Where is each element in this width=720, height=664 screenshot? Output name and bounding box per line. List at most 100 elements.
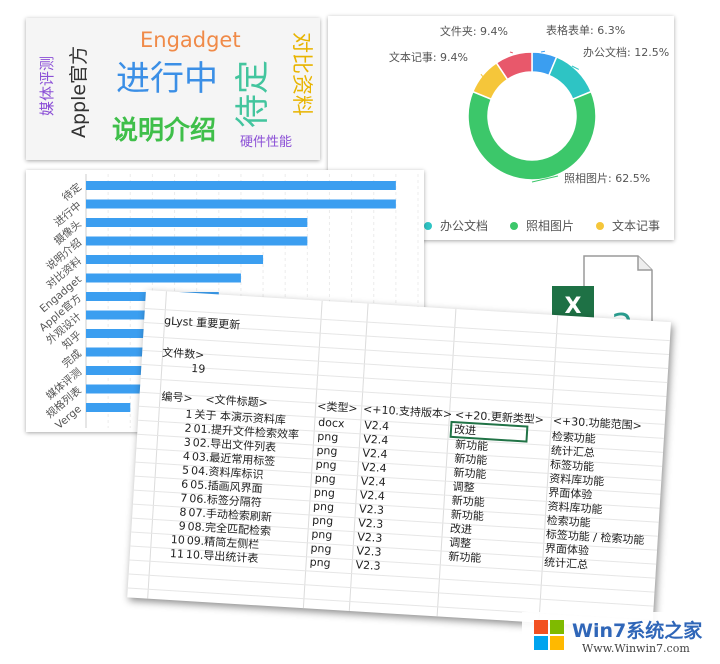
cell-no: 9 xyxy=(178,519,187,533)
legend-label: 照相图片 xyxy=(526,219,574,233)
cell-no: 7 xyxy=(179,491,188,505)
header-type: <类型> xyxy=(316,399,358,416)
cell-type: png xyxy=(311,513,334,528)
donut-slice xyxy=(467,90,597,181)
cell-type: png xyxy=(314,471,337,486)
cell-type: png xyxy=(316,429,339,445)
cell-no: 10 xyxy=(170,532,186,547)
donut-slice-label: 文本记事: 9.4% xyxy=(389,50,468,64)
cell-upd: 新功能 xyxy=(447,549,482,565)
cell-upd: 调整 xyxy=(452,480,475,495)
header-title: <文件标题> xyxy=(205,392,269,410)
word-comparison: 对比资料 xyxy=(290,32,314,116)
watermark: Win7系统之家 Www.Winwin7.com xyxy=(522,612,718,660)
cell-ver: V2.3 xyxy=(358,502,385,517)
category-label: 完成 xyxy=(59,347,84,371)
donut-label-line xyxy=(540,50,546,53)
cell-title: 10.导出统计表 xyxy=(185,547,259,566)
cell-no: 3 xyxy=(183,435,192,450)
cell-type: png xyxy=(312,499,335,514)
cell-type: docx xyxy=(317,415,345,431)
cell-upd: 新功能 xyxy=(450,508,485,524)
grid-row-line xyxy=(142,349,668,383)
donut-slice-label: 表格表单: 6.3% xyxy=(546,23,625,37)
cell-no: 6 xyxy=(180,477,189,491)
cell-scope: 资料库功能 xyxy=(547,499,603,517)
cell-ver: V2.4 xyxy=(363,418,390,434)
donut-slice-label: 照相图片: 62.5% xyxy=(564,172,650,185)
legend-label: 办公文档 xyxy=(440,218,488,233)
cell-scope: 界面体验 xyxy=(547,485,593,502)
cell-scope: 统计汇总 xyxy=(550,444,596,460)
bar xyxy=(86,236,308,246)
bar xyxy=(86,273,241,283)
file-count-value: 19 xyxy=(190,361,206,376)
cell-upd: 新功能 xyxy=(451,494,486,510)
word-in-progress: 进行中 xyxy=(116,59,218,99)
cell-ver: V2.4 xyxy=(362,432,389,448)
cell-type: png xyxy=(315,457,337,472)
cell-type: png xyxy=(316,443,338,458)
grid-row-line xyxy=(128,573,654,607)
cell-ver: V2.4 xyxy=(360,474,387,489)
legend-marker xyxy=(510,222,518,230)
word-engadget: Engadget xyxy=(140,28,241,52)
cell-no: 8 xyxy=(179,505,187,519)
cell-type: png xyxy=(311,527,333,542)
category-label: 待定 xyxy=(59,180,84,204)
cell-upd: 新功能 xyxy=(454,438,489,454)
legend-marker xyxy=(424,222,432,230)
cell-scope: 界面体验 xyxy=(544,541,590,558)
header-version: <+10.支持版本> xyxy=(362,402,453,421)
header-scope: <+30.功能范围> xyxy=(552,414,643,433)
cell-type: png xyxy=(309,555,331,570)
cell-ver: V2.4 xyxy=(361,460,387,476)
bar xyxy=(86,218,308,227)
file-count-label: 文件数> xyxy=(161,346,205,362)
header-no: 编号> xyxy=(161,390,194,406)
watermark-url: Www.Winwin7.com xyxy=(582,642,690,655)
windows-logo-icon xyxy=(534,620,564,650)
bar xyxy=(86,199,396,209)
cell-type: png xyxy=(313,485,336,500)
cell-type: png xyxy=(310,541,332,556)
cell-upd: 新功能 xyxy=(453,466,487,482)
legend-marker xyxy=(596,222,604,230)
word-apple-official: Apple官方 xyxy=(68,45,90,138)
cell-upd: 新功能 xyxy=(453,452,488,468)
donut-label-line xyxy=(509,51,513,54)
cell-no: 4 xyxy=(182,449,191,463)
legend-label: 文本记事 xyxy=(612,218,660,233)
donut-slice-label: 文件夹: 9.4% xyxy=(440,24,508,38)
word-hardware: 硬件性能 xyxy=(240,135,293,150)
cell-no: 5 xyxy=(181,463,190,477)
cell-ver: V2.3 xyxy=(357,516,384,531)
cell-no: 2 xyxy=(184,421,193,436)
cell-ver: V2.4 xyxy=(359,488,386,503)
word-cloud-panel: Engadget 进行中 Apple官方 媒体评测 说明介绍 待定 对比资料 硬… xyxy=(26,18,320,160)
cell-scope: 统计汇总 xyxy=(543,555,589,572)
cell-no: 11 xyxy=(169,546,185,561)
sheet-title: gLyst 重要更新 xyxy=(163,314,241,332)
spreadsheet-panel: gLyst 重要更新 文件数> 19 编号> <文件标题> <类型> <+10.… xyxy=(127,290,672,630)
watermark-brand: Win7系统之家 xyxy=(572,620,703,642)
bar xyxy=(86,181,396,190)
cell-scope: 检索功能 xyxy=(551,430,597,446)
bar xyxy=(86,255,264,264)
word-description: 说明介绍 xyxy=(112,116,217,146)
cell-upd: 调整 xyxy=(448,535,472,551)
cell-scope: 资料库功能 xyxy=(548,471,605,489)
cell-upd: 改进 xyxy=(449,522,473,537)
grid-row-line xyxy=(143,335,669,370)
cell-ver: V2.3 xyxy=(355,558,381,573)
cell-scope: 检索功能 xyxy=(546,513,591,530)
donut-slice xyxy=(547,55,593,101)
cell-scope: 标签功能 xyxy=(549,458,595,474)
cell-ver: V2.4 xyxy=(362,446,388,462)
cell-ver: V2.3 xyxy=(356,530,383,545)
donut-slice-label: 办公文档: 12.5% xyxy=(583,45,669,59)
cell-ver: V2.3 xyxy=(356,544,382,559)
word-media-review: 媒体评测 xyxy=(38,55,56,116)
cell-no: 1 xyxy=(185,407,193,422)
bar xyxy=(86,403,131,412)
